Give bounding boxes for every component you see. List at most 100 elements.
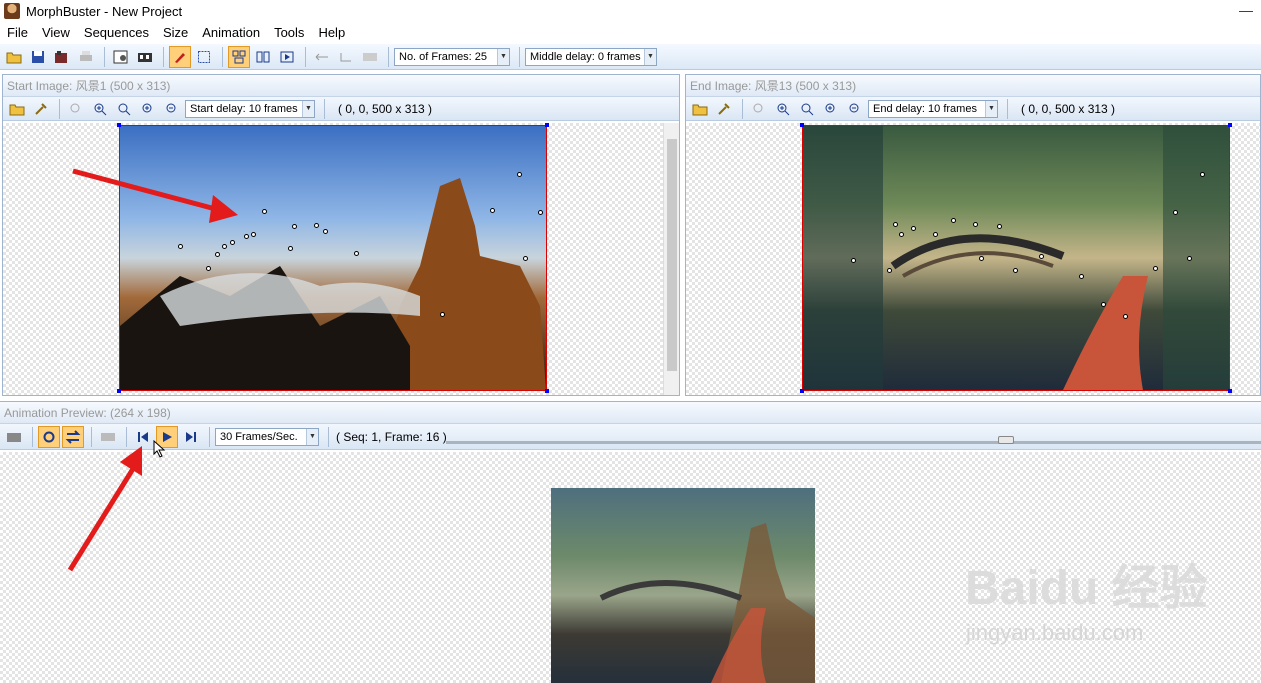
control-point[interactable] <box>997 224 1002 229</box>
pen-icon[interactable] <box>169 45 191 68</box>
control-point[interactable] <box>206 266 211 271</box>
chevron-down-icon[interactable]: ▼ <box>985 100 997 117</box>
zoom-out-icon[interactable] <box>844 98 866 120</box>
start-delay-combo[interactable]: Start delay: 10 frames ▼ <box>185 99 315 118</box>
fit-icon[interactable] <box>65 98 87 120</box>
export-icon[interactable] <box>51 46 73 68</box>
menu-file[interactable]: File <box>0 25 35 40</box>
frame-handle[interactable] <box>545 123 549 127</box>
control-point[interactable] <box>911 226 916 231</box>
middle-delay-combo[interactable]: Middle delay: 0 frames ▼ <box>525 47 657 66</box>
tools-icon[interactable] <box>713 98 735 120</box>
control-point[interactable] <box>1079 274 1084 279</box>
menu-help[interactable]: Help <box>311 25 352 40</box>
control-point[interactable] <box>314 223 319 228</box>
open-folder-icon[interactable] <box>689 98 711 120</box>
zoom-plus-icon[interactable] <box>137 98 159 120</box>
control-point[interactable] <box>1013 268 1018 273</box>
end-image[interactable] <box>800 123 1232 393</box>
control-point[interactable] <box>851 258 856 263</box>
control-point[interactable] <box>538 210 543 215</box>
start-pane-scrollbar[interactable] <box>663 123 679 395</box>
frame-slider-track[interactable] <box>446 441 1261 444</box>
control-point[interactable] <box>1187 256 1192 261</box>
select-rect-icon[interactable] <box>193 46 215 68</box>
filter-icon[interactable] <box>359 46 381 68</box>
frame-handle[interactable] <box>800 123 804 127</box>
frames-combo[interactable]: No. of Frames: 25 ▼ <box>394 47 510 66</box>
control-point[interactable] <box>178 244 183 249</box>
frame-slider-thumb[interactable] <box>998 436 1014 444</box>
control-point[interactable] <box>1173 210 1178 215</box>
control-point[interactable] <box>1153 266 1158 271</box>
chevron-down-icon[interactable]: ▼ <box>644 48 656 65</box>
control-point[interactable] <box>887 268 892 273</box>
control-point[interactable] <box>933 232 938 237</box>
control-point[interactable] <box>323 229 328 234</box>
control-point[interactable] <box>1123 314 1128 319</box>
zoom-in-icon[interactable] <box>89 98 111 120</box>
control-point[interactable] <box>292 224 297 229</box>
control-point[interactable] <box>1200 172 1205 177</box>
control-point[interactable] <box>979 256 984 261</box>
control-point[interactable] <box>354 251 359 256</box>
redo-icon[interactable] <box>335 46 357 68</box>
frame-handle[interactable] <box>117 389 121 393</box>
movie-icon[interactable] <box>3 426 25 448</box>
loop-icon[interactable] <box>38 425 60 448</box>
fps-combo[interactable]: 30 Frames/Sec. ▼ <box>215 427 319 446</box>
save-icon[interactable] <box>27 46 49 68</box>
control-point[interactable] <box>899 232 904 237</box>
control-point[interactable] <box>215 252 220 257</box>
menu-animation[interactable]: Animation <box>195 25 267 40</box>
frame-handle[interactable] <box>117 123 121 127</box>
menu-view[interactable]: View <box>35 25 77 40</box>
chevron-down-icon[interactable]: ▼ <box>302 100 314 117</box>
chevron-down-icon[interactable]: ▼ <box>306 428 318 445</box>
open-folder-icon[interactable] <box>3 46 25 68</box>
start-image-canvas[interactable] <box>3 123 663 395</box>
end-image-canvas[interactable] <box>686 123 1260 395</box>
frame-handle[interactable] <box>1228 123 1232 127</box>
layout-icon[interactable] <box>228 45 250 68</box>
control-point[interactable] <box>973 222 978 227</box>
control-point[interactable] <box>951 218 956 223</box>
end-pane-toolbar: End delay: 10 frames ▼ ( 0, 0, 500 x 313… <box>686 97 1260 121</box>
control-point[interactable] <box>490 208 495 213</box>
chevron-down-icon[interactable]: ▼ <box>497 48 509 65</box>
control-point[interactable] <box>440 312 445 317</box>
menu-size[interactable]: Size <box>156 25 195 40</box>
control-point[interactable] <box>517 172 522 177</box>
minimize-button[interactable]: — <box>1239 2 1253 18</box>
zoom-plus-icon[interactable] <box>820 98 842 120</box>
control-point[interactable] <box>222 244 227 249</box>
start-delay-value: Start delay: 10 frames <box>190 102 298 115</box>
preview-pane-title: Animation Preview: (264 x 198) <box>0 402 1261 424</box>
frame-handle[interactable] <box>545 389 549 393</box>
control-point[interactable] <box>288 246 293 251</box>
control-point[interactable] <box>1039 254 1044 259</box>
frame-handle[interactable] <box>800 389 804 393</box>
zoom-actual-icon[interactable] <box>113 98 135 120</box>
zoom-out-icon[interactable] <box>161 98 183 120</box>
print-icon[interactable] <box>75 46 97 68</box>
menu-tools[interactable]: Tools <box>267 25 311 40</box>
control-point[interactable] <box>230 240 235 245</box>
play-frame-icon[interactable] <box>276 46 298 68</box>
scroll-thumb[interactable] <box>667 139 677 371</box>
zoom-actual-icon[interactable] <box>796 98 818 120</box>
frame-handle[interactable] <box>1228 389 1232 393</box>
split-icon[interactable] <box>252 46 274 68</box>
open-folder-icon[interactable] <box>6 98 28 120</box>
undo-icon[interactable] <box>311 46 333 68</box>
control-point[interactable] <box>1101 302 1106 307</box>
control-point[interactable] <box>523 256 528 261</box>
movie-icon[interactable] <box>134 46 156 68</box>
end-delay-combo[interactable]: End delay: 10 frames ▼ <box>868 99 998 118</box>
tools-icon[interactable] <box>30 98 52 120</box>
menu-sequences[interactable]: Sequences <box>77 25 156 40</box>
control-point[interactable] <box>893 222 898 227</box>
fit-icon[interactable] <box>748 98 770 120</box>
zoom-in-icon[interactable] <box>772 98 794 120</box>
properties-icon[interactable] <box>110 46 132 68</box>
